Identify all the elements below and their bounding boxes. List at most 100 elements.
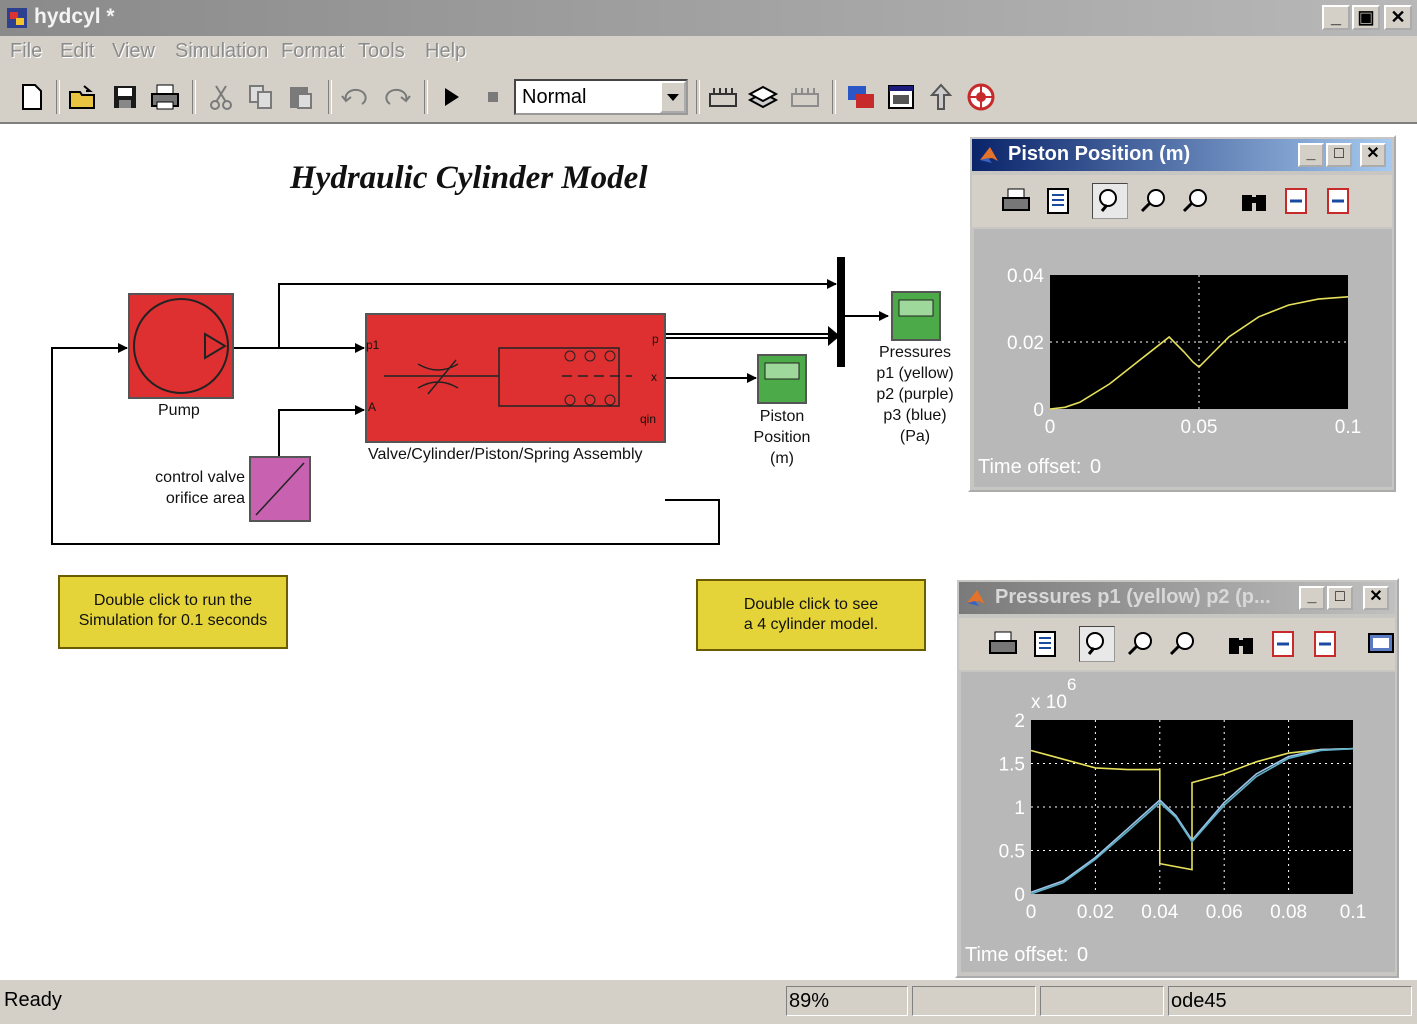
- minimize-button[interactable]: _: [1322, 5, 1350, 30]
- scope1-time-offset-value: 0: [1090, 456, 1102, 478]
- save-axes-icon[interactable]: [1267, 628, 1299, 660]
- print-icon[interactable]: [987, 628, 1019, 660]
- scope1-minimize-button[interactable]: _: [1298, 143, 1324, 167]
- cut-icon[interactable]: [204, 80, 238, 114]
- open-folder-icon[interactable]: [66, 80, 100, 114]
- restore-axes-icon[interactable]: [1322, 185, 1354, 217]
- parameters-icon[interactable]: [1029, 628, 1061, 660]
- x-tick-label: 0.1: [1340, 902, 1366, 923]
- x-tick-label: 0: [1045, 417, 1056, 438]
- x-tick-label: 0.04: [1141, 902, 1178, 923]
- menu-bar: File Edit View Simulation Format Tools H…: [0, 36, 1417, 70]
- zoom-y-icon[interactable]: [1180, 185, 1212, 217]
- menu-format[interactable]: Format: [281, 40, 344, 63]
- port-p-label: p: [652, 332, 659, 346]
- zoom-icon[interactable]: [1079, 626, 1115, 662]
- save-icon[interactable]: [108, 80, 142, 114]
- scope1-maximize-button[interactable]: □: [1326, 143, 1352, 167]
- assembly-label: Valve/Cylinder/Piston/Spring Assembly: [368, 446, 643, 463]
- status-field-empty-1: [912, 986, 1036, 1016]
- scope1-title: Piston Position (m): [1008, 143, 1191, 165]
- pressures-scope-label: Pressures p1 (yellow) p2 (purple) p3 (blue)…: [876, 344, 954, 445]
- debugger-icon[interactable]: [964, 80, 998, 114]
- start-simulation-icon[interactable]: [434, 80, 468, 114]
- solver-name: ode45: [1168, 986, 1412, 1016]
- menu-simulation[interactable]: Simulation: [175, 40, 268, 63]
- port-p1-label: p1: [366, 338, 380, 352]
- four-cylinder-note[interactable]: Double click to see a 4 cylinder model.: [696, 579, 926, 651]
- menu-tools[interactable]: Tools: [358, 40, 405, 63]
- menu-help[interactable]: Help: [425, 40, 466, 63]
- scope1-toolbar: [972, 175, 1392, 227]
- piston-scope-label: Piston Position (m): [753, 408, 811, 467]
- piston-position-scope-window[interactable]: Piston Position (m) _ □ ✕ 0 0.05 0.1 0 0.02 0…: [968, 135, 1396, 492]
- piston-position-chart: 0 0.05 0.1 0 0.02 0.04: [1007, 266, 1361, 438]
- paste-icon[interactable]: [284, 80, 318, 114]
- debug-icon[interactable]: [788, 80, 822, 114]
- new-model-icon[interactable]: [14, 80, 48, 114]
- mux-block[interactable]: [837, 257, 845, 367]
- autoscale-binoculars-icon[interactable]: [1225, 628, 1257, 660]
- floating-scope-icon[interactable]: [1365, 628, 1397, 660]
- close-button[interactable]: ✕: [1384, 5, 1412, 30]
- window-title: hydcyl *: [34, 5, 115, 28]
- parameters-icon[interactable]: [1042, 185, 1074, 217]
- control-valve-label: control valve orifice area: [155, 469, 245, 507]
- save-axes-icon[interactable]: [1280, 185, 1312, 217]
- pressures-scope-window[interactable]: Pressures p1 (yellow) p2 (p... _ □ ✕ 0 0.…: [955, 578, 1399, 978]
- scope1-time-offset-label: Time offset:: [978, 456, 1082, 478]
- restore-axes-icon[interactable]: [1309, 628, 1341, 660]
- simulation-mode-select[interactable]: Normal: [514, 79, 688, 115]
- model-explorer-icon[interactable]: [884, 80, 918, 114]
- y-tick-label: 1.5: [999, 755, 1025, 776]
- scope1-close-button[interactable]: ✕: [1360, 143, 1386, 167]
- stop-simulation-icon[interactable]: [476, 80, 510, 114]
- scope2-minimize-button[interactable]: _: [1299, 586, 1325, 610]
- maximize-button[interactable]: ▣: [1352, 5, 1380, 30]
- zoom-x-icon[interactable]: [1125, 628, 1157, 660]
- port-a-label: A: [368, 400, 377, 414]
- valve-cylinder-assembly-block[interactable]: [365, 313, 666, 443]
- model-browser-icon[interactable]: [844, 80, 878, 114]
- menu-edit[interactable]: Edit: [60, 40, 94, 63]
- redo-icon[interactable]: [380, 80, 414, 114]
- pressures-scope-block[interactable]: [891, 291, 941, 341]
- piston-scope-block[interactable]: [757, 354, 807, 404]
- zoom-icon[interactable]: [1092, 183, 1128, 219]
- library-browser-icon[interactable]: [746, 80, 780, 114]
- menu-view[interactable]: View: [112, 40, 155, 63]
- zoom-y-icon[interactable]: [1167, 628, 1199, 660]
- matlab-icon: [967, 590, 985, 606]
- status-bar: Ready 89% ode45: [0, 980, 1417, 1024]
- scope2-close-button[interactable]: ✕: [1363, 586, 1389, 610]
- copy-icon[interactable]: [244, 80, 278, 114]
- scope2-title-bar[interactable]: Pressures p1 (yellow) p2 (p... _ □ ✕: [959, 582, 1395, 614]
- menu-file[interactable]: File: [10, 40, 42, 63]
- print-icon[interactable]: [148, 80, 182, 114]
- autoscale-binoculars-icon[interactable]: [1238, 185, 1270, 217]
- go-to-parent-icon[interactable]: [924, 80, 958, 114]
- y-tick-label: 0.04: [1007, 266, 1044, 287]
- x-tick-label: 0.05: [1181, 417, 1218, 438]
- undo-icon[interactable]: [338, 80, 372, 114]
- pressures-chart: 0 0.02 0.04 0.06 0.08 0.1 0 0.5 1 1.5 2 x 106: [999, 675, 1367, 923]
- y-exponent-label: x 10: [1031, 692, 1067, 713]
- chevron-down-icon[interactable]: [660, 81, 686, 113]
- run-simulation-note[interactable]: Double click to run the Simulation for 0.…: [58, 575, 288, 649]
- matlab-icon: [980, 147, 998, 163]
- port-x-label: x: [651, 370, 657, 384]
- control-valve-block[interactable]: [249, 456, 311, 522]
- simulation-mode-value: Normal: [522, 86, 587, 108]
- window-title-bar[interactable]: hydcyl * _ ▣ ✕: [0, 0, 1417, 36]
- scope2-toolbar: [959, 618, 1395, 670]
- port-qin-label: qin: [640, 412, 657, 426]
- build-icon[interactable]: [706, 80, 740, 114]
- scope2-maximize-button[interactable]: □: [1327, 586, 1353, 610]
- scope1-title-bar[interactable]: Piston Position (m) _ □ ✕: [972, 139, 1392, 171]
- y-tick-label: 0: [1014, 885, 1025, 906]
- pump-block[interactable]: [128, 293, 234, 399]
- scope2-plot-area: 0 0.02 0.04 0.06 0.08 0.1 0 0.5 1 1.5 2 x 10 6 Time …: [961, 672, 1395, 972]
- y-exponent-power: 6: [1067, 675, 1076, 694]
- print-icon[interactable]: [1000, 185, 1032, 217]
- zoom-x-icon[interactable]: [1138, 185, 1170, 217]
